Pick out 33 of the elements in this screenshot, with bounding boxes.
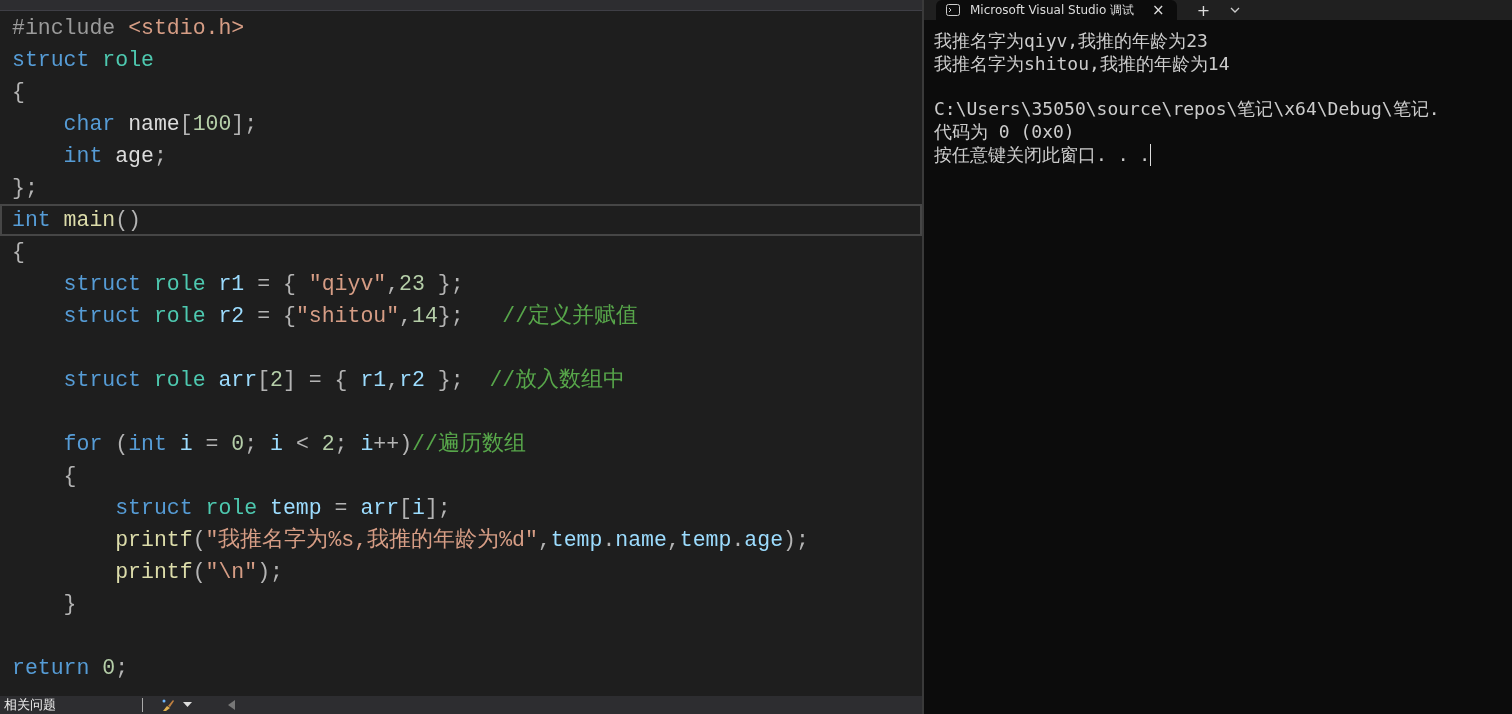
code-line: int main() [12, 208, 142, 232]
scroll-left-icon[interactable] [228, 700, 235, 710]
code-line: return 0; [12, 656, 129, 680]
code-line: char name[100]; [62, 112, 258, 136]
text-cursor [1150, 144, 1152, 167]
issues-label[interactable]: 相关问题 [0, 696, 142, 714]
console-line: 按任意键关闭此窗口. . . [934, 144, 1151, 167]
code-line: }; [12, 176, 38, 200]
code-line: struct role r1 = { "qiyv",23 }; [62, 272, 464, 296]
new-tab-button[interactable]: + [1196, 0, 1211, 20]
code-line: struct role r2 = {"shitou",14}; //定义并赋值 [62, 304, 639, 328]
console-line: 代码为 0 (0x0) [934, 121, 1075, 144]
console-line: C:\Users\35050\source\repos\笔记\x64\Debug\笔记. [934, 98, 1440, 122]
code-line: int age; [62, 144, 167, 168]
code-line: struct role arr[2] = { r1,r2 }; //放入数组中 [62, 368, 626, 392]
code-line: struct role temp = arr[i]; [114, 496, 451, 520]
code-line: } [62, 592, 77, 616]
code-line: struct role [12, 48, 154, 72]
terminal-icon [946, 4, 960, 16]
dropdown-icon[interactable] [1230, 7, 1241, 13]
code-line: printf("\n"); [114, 560, 283, 584]
code-line: { [12, 80, 25, 104]
terminal-tab[interactable]: Microsoft Visual Studio 调试 × [936, 0, 1177, 20]
close-button[interactable]: × [1152, 1, 1165, 19]
code-line: { [62, 464, 77, 488]
code-line: printf("我推名字为%s,我推的年龄为%d",temp.name,temp.age); [114, 528, 809, 552]
brush-icon[interactable] [161, 698, 177, 712]
caret-icon[interactable] [183, 702, 192, 708]
console-line: 我推名字为qiyv,我推的年龄为23 [934, 30, 1208, 53]
code-line: { [12, 240, 25, 264]
console-line: 我推名字为shitou,我推的年龄为14 [934, 52, 1230, 76]
code-line: for (int i = 0; i < 2; i++)//遍历数组 [62, 432, 526, 456]
code-line: #include <stdio.h> [12, 16, 245, 40]
